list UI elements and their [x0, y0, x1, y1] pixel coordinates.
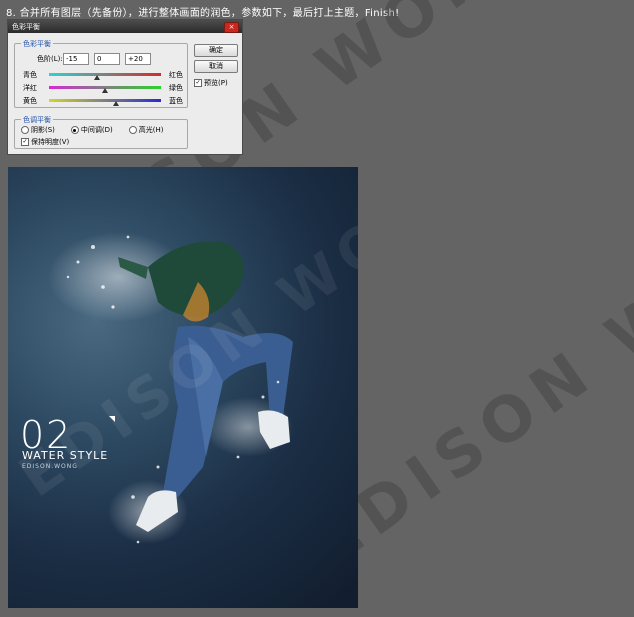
slider-track[interactable]	[49, 99, 161, 102]
level-yellow-blue-input[interactable]	[125, 53, 151, 65]
tone-radio-row: 阴影(S) 中间调(D) 高光(H)	[21, 125, 181, 135]
dialog-titlebar: 色彩平衡	[8, 20, 242, 33]
tone-balance-group: 色调平衡 阴影(S) 中间调(D) 高光(H) ✓ 保持明度(V)	[14, 115, 188, 149]
dialog-title: 色彩平衡	[12, 22, 40, 31]
slider-yellow-blue[interactable]: 黄色 蓝色	[23, 96, 183, 106]
slider-track[interactable]	[49, 73, 161, 76]
radio-midtones[interactable]: 中间调(D)	[70, 125, 113, 135]
color-balance-group: 色彩平衡 色阶(L): 青色 红色 洋红 绿色 黄色 蓝色	[14, 39, 188, 108]
levels-label: 色阶(L):	[37, 55, 63, 63]
radio-dot-icon[interactable]	[21, 126, 29, 134]
radio-dot-icon[interactable]	[70, 126, 79, 134]
radio-label: 阴影(S)	[31, 126, 55, 134]
slider-thumb[interactable]	[93, 75, 100, 80]
slider-right-label: 红色	[169, 71, 183, 79]
checkbox-label: 预览(P)	[204, 79, 228, 87]
ok-button[interactable]: 确定	[194, 44, 238, 57]
checkmark-icon[interactable]: ✓	[194, 79, 202, 87]
levels-row: 色阶(L):	[37, 53, 156, 65]
artwork-image: EDISON WONG 7 02 WATER STYLE EDISON.WONG	[8, 167, 358, 608]
artwork-title: WATER STYLE	[22, 449, 109, 462]
level-cyan-red-input[interactable]	[63, 53, 89, 65]
tone-balance-legend: 色调平衡	[21, 115, 53, 125]
color-balance-legend: 色彩平衡	[21, 39, 53, 49]
slider-left-label: 青色	[23, 71, 37, 79]
checkbox-label: 保持明度(V)	[31, 138, 70, 146]
preview-checkbox[interactable]: ✓ 预览(P)	[194, 78, 228, 88]
checkmark-icon[interactable]: ✓	[21, 138, 29, 146]
slider-thumb[interactable]	[102, 88, 108, 93]
radio-label: 高光(H)	[138, 126, 164, 134]
step-instruction: 8. 合并所有图层（先备份），进行整体画面的润色，参数如下，最后打上主题，Fin…	[6, 8, 400, 19]
radio-label: 中间调(D)	[80, 126, 113, 134]
preserve-luminosity-checkbox[interactable]: ✓ 保持明度(V)	[21, 137, 69, 147]
slider-left-label: 洋红	[23, 84, 37, 92]
color-balance-dialog: 色彩平衡 × 色彩平衡 色阶(L): 青色 红色 洋红 绿色 黄色 蓝色	[7, 19, 243, 155]
slider-left-label: 黄色	[23, 97, 37, 105]
cancel-button[interactable]: 取消	[194, 60, 238, 73]
artwork-subtitle: EDISON.WONG	[22, 463, 78, 470]
radio-dot-icon[interactable]	[128, 126, 137, 134]
close-button[interactable]: ×	[224, 22, 239, 33]
slider-right-label: 绿色	[169, 84, 183, 92]
slider-right-label: 蓝色	[169, 97, 183, 105]
slider-thumb[interactable]	[113, 101, 120, 106]
radio-highlights[interactable]: 高光(H)	[128, 125, 164, 135]
radio-shadows[interactable]: 阴影(S)	[21, 125, 55, 135]
slider-cyan-red[interactable]: 青色 红色	[23, 70, 183, 80]
corner-mark-icon	[109, 416, 115, 422]
level-magenta-green-input[interactable]	[94, 53, 120, 65]
slider-magenta-green[interactable]: 洋红 绿色	[23, 83, 183, 93]
